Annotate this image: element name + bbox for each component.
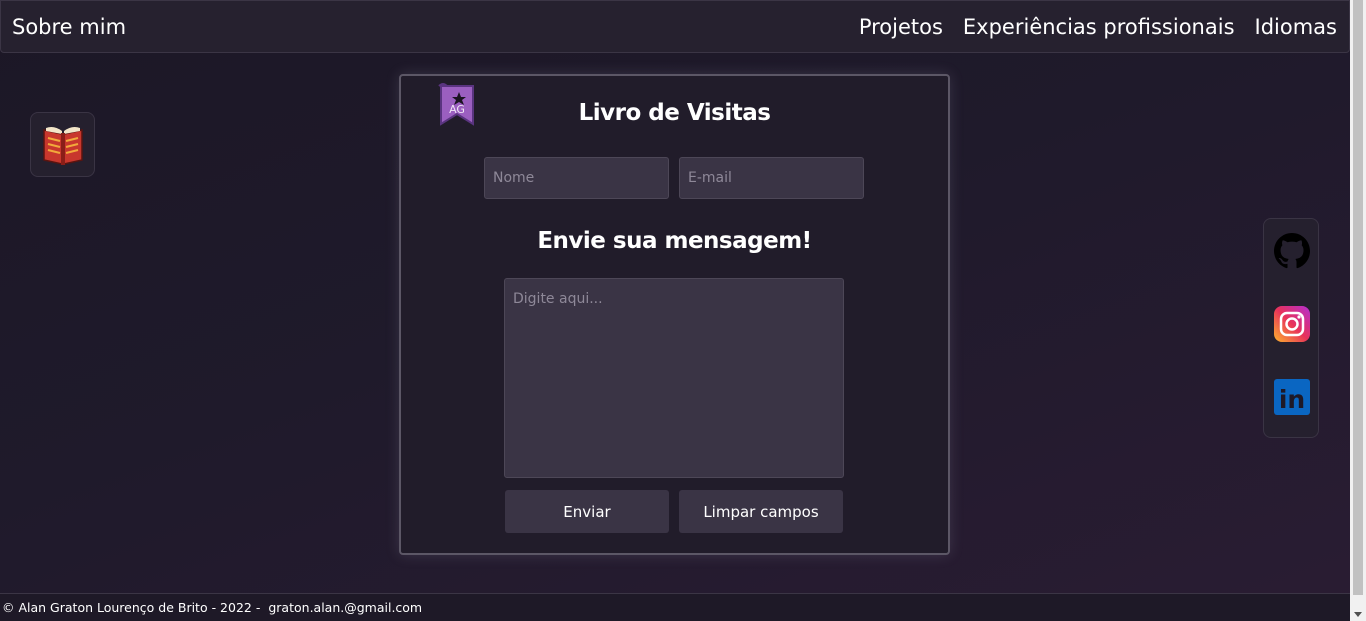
guestbook-title: Livro de Visitas <box>578 100 771 126</box>
instagram-icon[interactable] <box>1274 306 1310 342</box>
nav-links: Projetos Experiências profissionais Idio… <box>859 15 1337 39</box>
linkedin-icon[interactable]: in <box>1274 379 1310 415</box>
message-textarea[interactable] <box>504 278 844 478</box>
scroll-down-arrow-icon[interactable] <box>1354 612 1362 617</box>
github-icon[interactable] <box>1274 233 1310 269</box>
top-navbar: Sobre mim Projetos Experiências profissi… <box>0 0 1350 53</box>
email-input[interactable] <box>679 157 864 199</box>
name-input[interactable] <box>484 157 669 199</box>
nav-link-projetos[interactable]: Projetos <box>859 15 943 39</box>
nav-link-idiomas[interactable]: Idiomas <box>1255 15 1337 39</box>
message-heading: Envie sua mensagem! <box>537 228 812 254</box>
footer-copyright: © Alan Graton Lourenço de Brito - 2022 - <box>2 600 261 615</box>
send-button[interactable]: Enviar <box>505 490 669 533</box>
nav-link-sobre-mim[interactable]: Sobre mim <box>12 15 126 39</box>
book-icon <box>42 126 83 165</box>
clear-fields-button[interactable]: Limpar campos <box>679 490 843 533</box>
nav-link-experiencias[interactable]: Experiências profissionais <box>963 15 1235 39</box>
social-links-panel: in <box>1263 218 1319 438</box>
vertical-scrollbar[interactable] <box>1350 0 1366 621</box>
svg-text:in: in <box>1279 385 1305 414</box>
footer: © Alan Graton Lourenço de Brito - 2022 -… <box>0 593 1350 621</box>
guestbook-card: AG Livro de Visitas Envie sua mensagem! … <box>399 74 950 555</box>
guestbook-toggle-button[interactable] <box>30 112 95 177</box>
footer-email[interactable]: graton.alan.@gmail.com <box>268 600 422 615</box>
scrollbar-thumb[interactable] <box>1353 0 1363 595</box>
